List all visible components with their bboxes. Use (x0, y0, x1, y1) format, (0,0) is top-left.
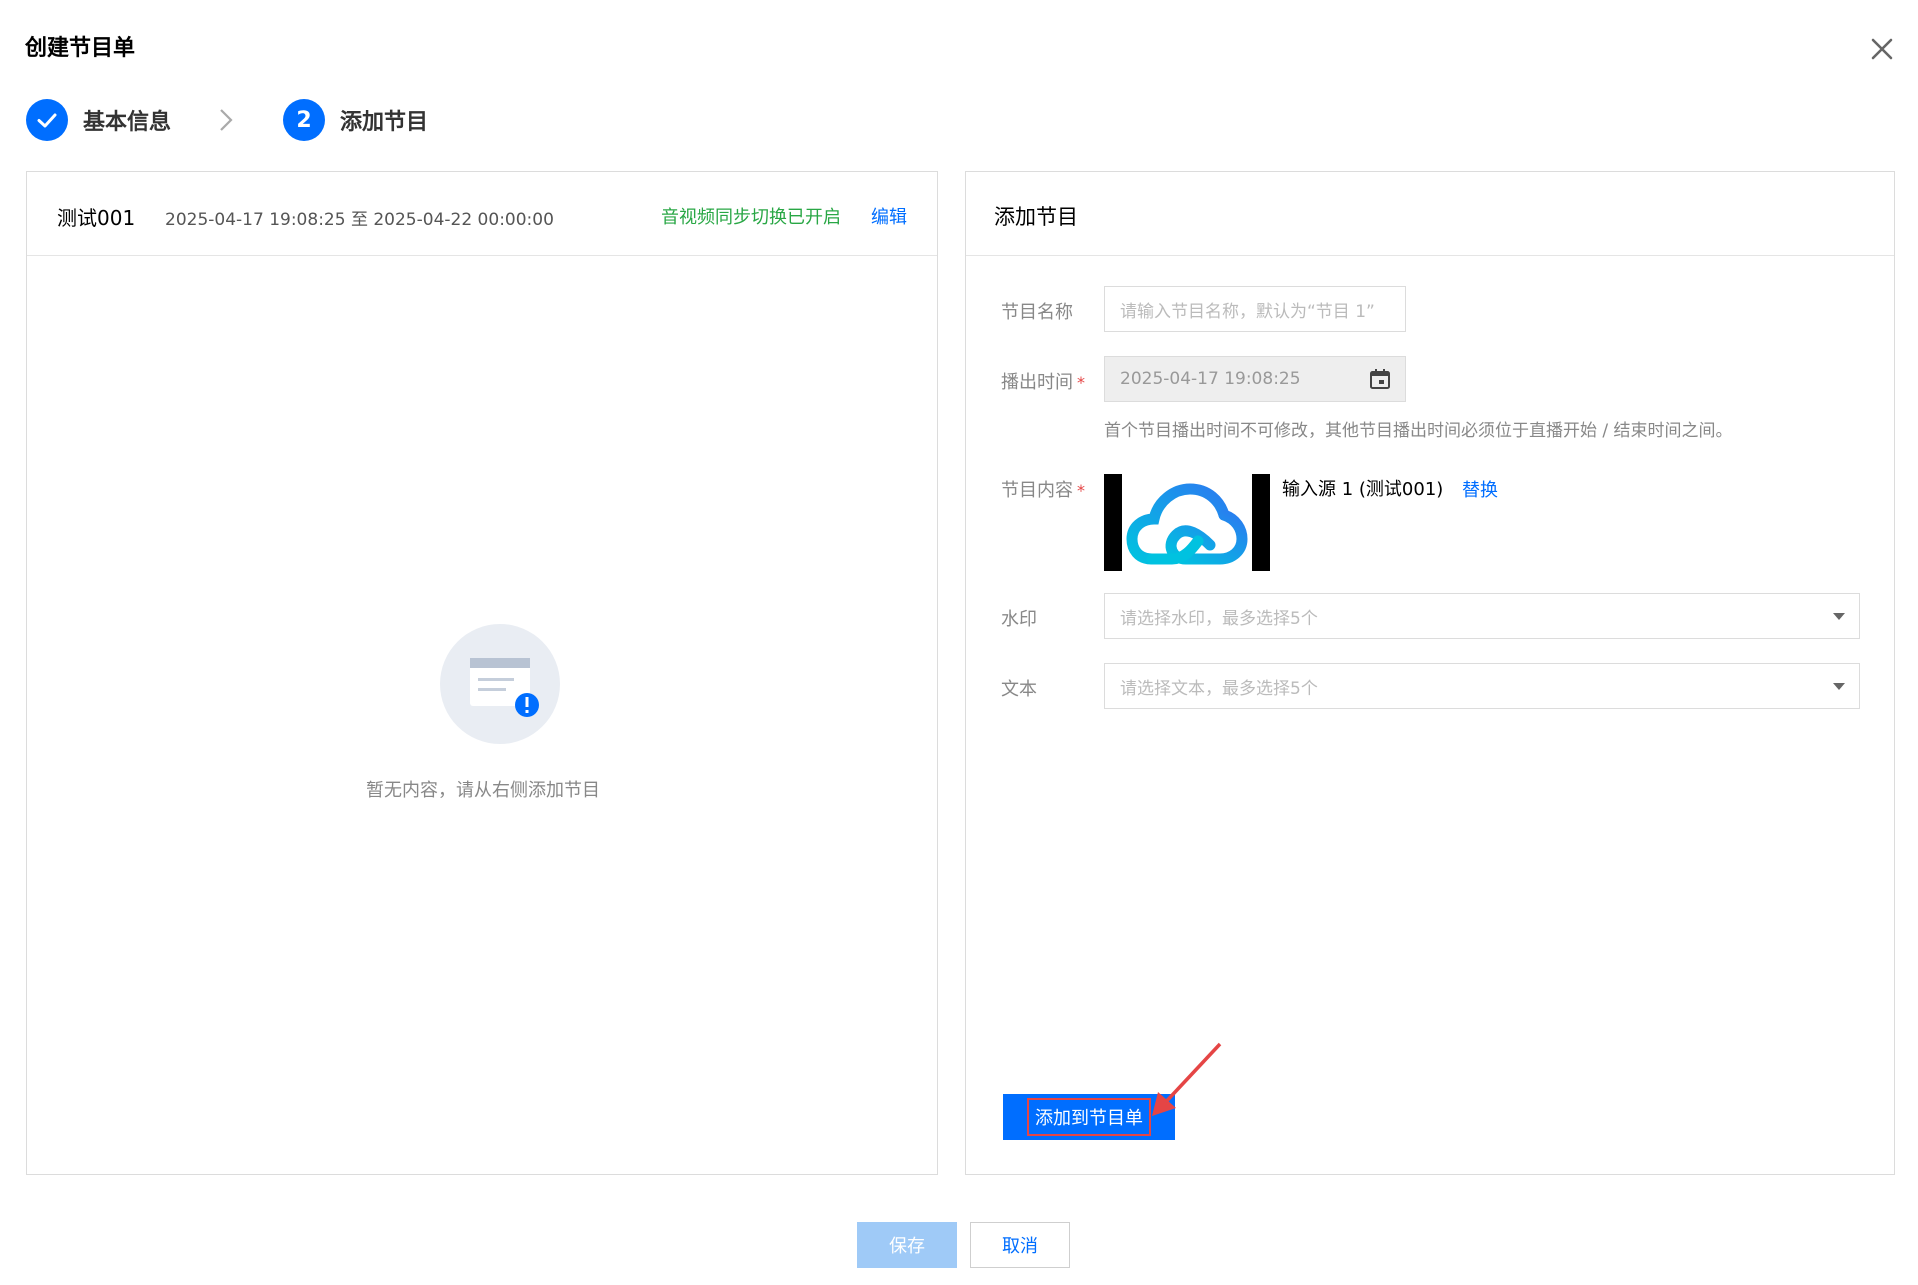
empty-state-icon (440, 624, 560, 744)
add-program-title: 添加节目 (994, 205, 1078, 229)
air-time-input: 2025-04-17 19:08:25 (1104, 356, 1406, 402)
watermark-placeholder: 请选择水印，最多选择5个 (1120, 608, 1318, 629)
add-to-playlist-label: 添加到节目单 (1027, 1098, 1151, 1136)
cloud-logo-icon (1126, 483, 1248, 565)
sync-status: 音视频同步切换已开启 (661, 207, 841, 228)
close-icon[interactable] (1869, 36, 1895, 62)
text-placeholder: 请选择文本，最多选择5个 (1120, 678, 1318, 699)
program-name-label: 节目名称 (1001, 302, 1073, 323)
air-time-value: 2025-04-17 19:08:25 (1120, 369, 1301, 389)
step-number: 2 (283, 99, 325, 141)
calendar-icon (1369, 368, 1391, 395)
add-program-panel: 添加节目 节目名称 请输入节目名称，默认为“节目 1” 播出时间 * 2025-0… (965, 171, 1895, 1175)
empty-state-text: 暂无内容，请从右侧添加节目 (366, 780, 600, 801)
air-time-hint: 首个节目播出时间不可修改，其他节目播出时间必须位于直播开始 / 结束时间之间。 (1104, 421, 1733, 441)
annotation-arrow-icon (1152, 1042, 1222, 1116)
program-list-header: 测试001 2025-04-17 19:08:25 至 2025-04-22 0… (27, 172, 937, 256)
step-basic-info: 基本信息 (26, 99, 171, 141)
watermark-select[interactable]: 请选择水印，最多选择5个 (1104, 593, 1860, 639)
save-button[interactable]: 保存 (857, 1222, 957, 1268)
edit-link[interactable]: 编辑 (871, 203, 907, 229)
program-list-time-range: 2025-04-17 19:08:25 至 2025-04-22 00:00:0… (165, 210, 554, 230)
step-add-program: 2 添加节目 (283, 99, 428, 141)
program-content-label: 节目内容 * (1001, 480, 1085, 501)
chevron-right-icon (218, 107, 234, 137)
required-mark: * (1077, 481, 1085, 500)
text-select[interactable]: 请选择文本，最多选择5个 (1104, 663, 1860, 709)
replace-link[interactable]: 替换 (1462, 476, 1498, 502)
add-program-header: 添加节目 (966, 172, 1894, 256)
content-source-name: 输入源 1 (测试001) (1282, 479, 1444, 500)
step-label: 添加节目 (340, 110, 429, 135)
content-thumbnail (1104, 474, 1270, 571)
caret-down-icon (1833, 683, 1845, 690)
check-icon (26, 99, 68, 141)
step-label: 基本信息 (83, 110, 172, 135)
dialog-title: 创建节目单 (25, 36, 136, 61)
required-mark: * (1077, 373, 1085, 392)
program-list-name: 测试001 (57, 206, 136, 230)
cancel-button[interactable]: 取消 (970, 1222, 1070, 1268)
program-list-panel: 测试001 2025-04-17 19:08:25 至 2025-04-22 0… (26, 171, 938, 1175)
air-time-label: 播出时间 * (1001, 372, 1085, 393)
watermark-label: 水印 (1001, 609, 1037, 630)
program-name-input[interactable]: 请输入节目名称，默认为“节目 1” (1104, 286, 1406, 332)
text-label: 文本 (1001, 679, 1037, 700)
caret-down-icon (1833, 613, 1845, 620)
